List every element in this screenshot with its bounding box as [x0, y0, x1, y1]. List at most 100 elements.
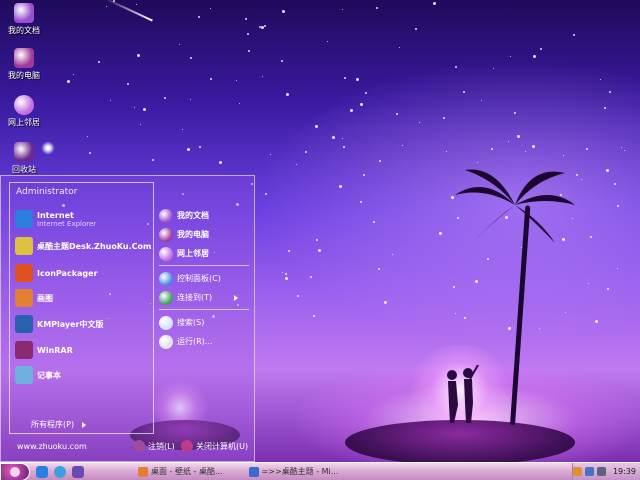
- star: [464, 317, 466, 319]
- desktop-icon-recycle-bin[interactable]: 回收站: [0, 142, 48, 175]
- quicklaunch-desktop-icon[interactable]: [72, 465, 84, 478]
- star: [190, 99, 191, 100]
- shooting-star: [102, 0, 153, 22]
- all-programs-label: 所有程序(P): [31, 420, 75, 429]
- power-icon: [181, 440, 193, 452]
- winrar-icon: [15, 341, 33, 359]
- star: [493, 68, 494, 69]
- star: [581, 179, 582, 180]
- start-menu-program-item[interactable]: WinRAR: [15, 341, 73, 359]
- program-label: 画图: [37, 293, 53, 303]
- all-programs-button[interactable]: 所有程序(P): [31, 419, 87, 430]
- star: [514, 112, 516, 114]
- star: [540, 48, 542, 50]
- taskbar-button[interactable]: =>>桌酷主题 - Mi...: [245, 465, 343, 479]
- star: [533, 55, 536, 58]
- quicklaunch-qq-icon[interactable]: [54, 465, 66, 478]
- start-menu-program-item[interactable]: KMPlayer中文版: [15, 315, 104, 333]
- star: [344, 77, 346, 79]
- star: [67, 80, 70, 83]
- place-label: 网上邻居: [177, 249, 209, 258]
- start-menu-place-item[interactable]: 我的文档: [159, 206, 251, 225]
- star: [576, 174, 578, 176]
- star: [310, 276, 312, 278]
- start-menu-program-item[interactable]: 记事本: [15, 366, 61, 384]
- star: [517, 135, 520, 138]
- place-label: 控制面板(C): [177, 274, 221, 283]
- desktop-icon-my-computer[interactable]: 我的电脑: [0, 48, 48, 81]
- star: [332, 136, 335, 139]
- star: [127, 83, 129, 85]
- quicklaunch-ie-icon[interactable]: [36, 465, 48, 478]
- tray-volume-icon[interactable]: [596, 467, 606, 476]
- star: [363, 174, 365, 176]
- desktop-icon-network-places[interactable]: 网上邻居: [0, 95, 48, 128]
- star: [475, 280, 478, 283]
- my-documents-icon: [14, 3, 34, 23]
- start-menu-program-item[interactable]: Internet Internet Explorer: [15, 210, 96, 228]
- star: [89, 152, 91, 154]
- start-menu-program-item[interactable]: IconPackager: [15, 264, 98, 282]
- start-menu-place-item[interactable]: 搜索(S): [159, 313, 251, 332]
- star: [187, 148, 190, 151]
- tray-user-icon[interactable]: [572, 467, 582, 476]
- desktop-icon-label: 网上邻居: [8, 118, 40, 127]
- place-label: 我的文档: [177, 211, 209, 220]
- star: [595, 320, 598, 323]
- website-link[interactable]: www.zhuoku.com: [17, 442, 87, 451]
- start-menu-program-item[interactable]: 画图: [15, 289, 53, 307]
- star: [339, 185, 342, 188]
- program-label: 桌酷主题Desk.ZhuoKu.Com: [37, 241, 152, 251]
- star: [296, 164, 297, 165]
- start-menu-place-item[interactable]: 运行(R)...: [159, 332, 251, 351]
- star: [327, 41, 328, 42]
- start-menu-place-item[interactable]: 连接到(T): [159, 288, 251, 307]
- star: [210, 8, 211, 9]
- shutdown-button[interactable]: 关闭计算机(U): [181, 440, 248, 452]
- star: [617, 268, 618, 269]
- start-menu-place-item[interactable]: 网上邻居: [159, 244, 251, 263]
- star: [586, 148, 588, 150]
- star: [110, 100, 111, 101]
- word-doc-icon: [248, 466, 259, 477]
- my-documents-icon: [159, 208, 173, 223]
- star: [379, 160, 381, 162]
- star: [621, 147, 622, 148]
- star: [415, 28, 417, 30]
- star: [588, 283, 589, 284]
- taskbar-button[interactable]: 桌面 - 壁纸 - 桌酷...: [134, 465, 227, 479]
- tray-network-icon[interactable]: [584, 467, 594, 476]
- star: [190, 57, 192, 59]
- star: [164, 97, 166, 99]
- star: [609, 91, 611, 93]
- star: [433, 2, 436, 5]
- desktop-icon-my-documents[interactable]: 我的文档: [0, 3, 48, 36]
- star: [305, 151, 307, 153]
- place-label: 连接到(T): [177, 293, 213, 302]
- star: [342, 138, 343, 139]
- star: [297, 295, 299, 297]
- star: [446, 151, 447, 152]
- star: [607, 288, 609, 290]
- taskbar-button-label: =>>桌酷主题 - Mi...: [261, 467, 339, 476]
- program-label: KMPlayer中文版: [37, 319, 104, 329]
- star: [373, 221, 375, 223]
- start-menu-place-item[interactable]: 我的电脑: [159, 225, 251, 244]
- iconpackager-icon: [15, 264, 33, 282]
- star: [285, 277, 288, 280]
- connect-to-icon: [159, 290, 173, 305]
- logoff-label: 注销(L): [148, 441, 175, 451]
- star: [617, 205, 619, 207]
- star: [282, 10, 285, 13]
- star: [152, 159, 154, 161]
- star: [315, 125, 318, 128]
- start-button[interactable]: [0, 462, 30, 480]
- star: [136, 4, 137, 5]
- star: [378, 268, 380, 270]
- logoff-button[interactable]: 注销(L): [133, 440, 175, 452]
- start-menu-place-item[interactable]: 控制面板(C): [159, 269, 251, 288]
- star: [590, 236, 592, 238]
- star: [477, 162, 478, 163]
- star: [210, 78, 212, 80]
- start-menu-program-item[interactable]: 桌酷主题Desk.ZhuoKu.Com: [15, 237, 151, 255]
